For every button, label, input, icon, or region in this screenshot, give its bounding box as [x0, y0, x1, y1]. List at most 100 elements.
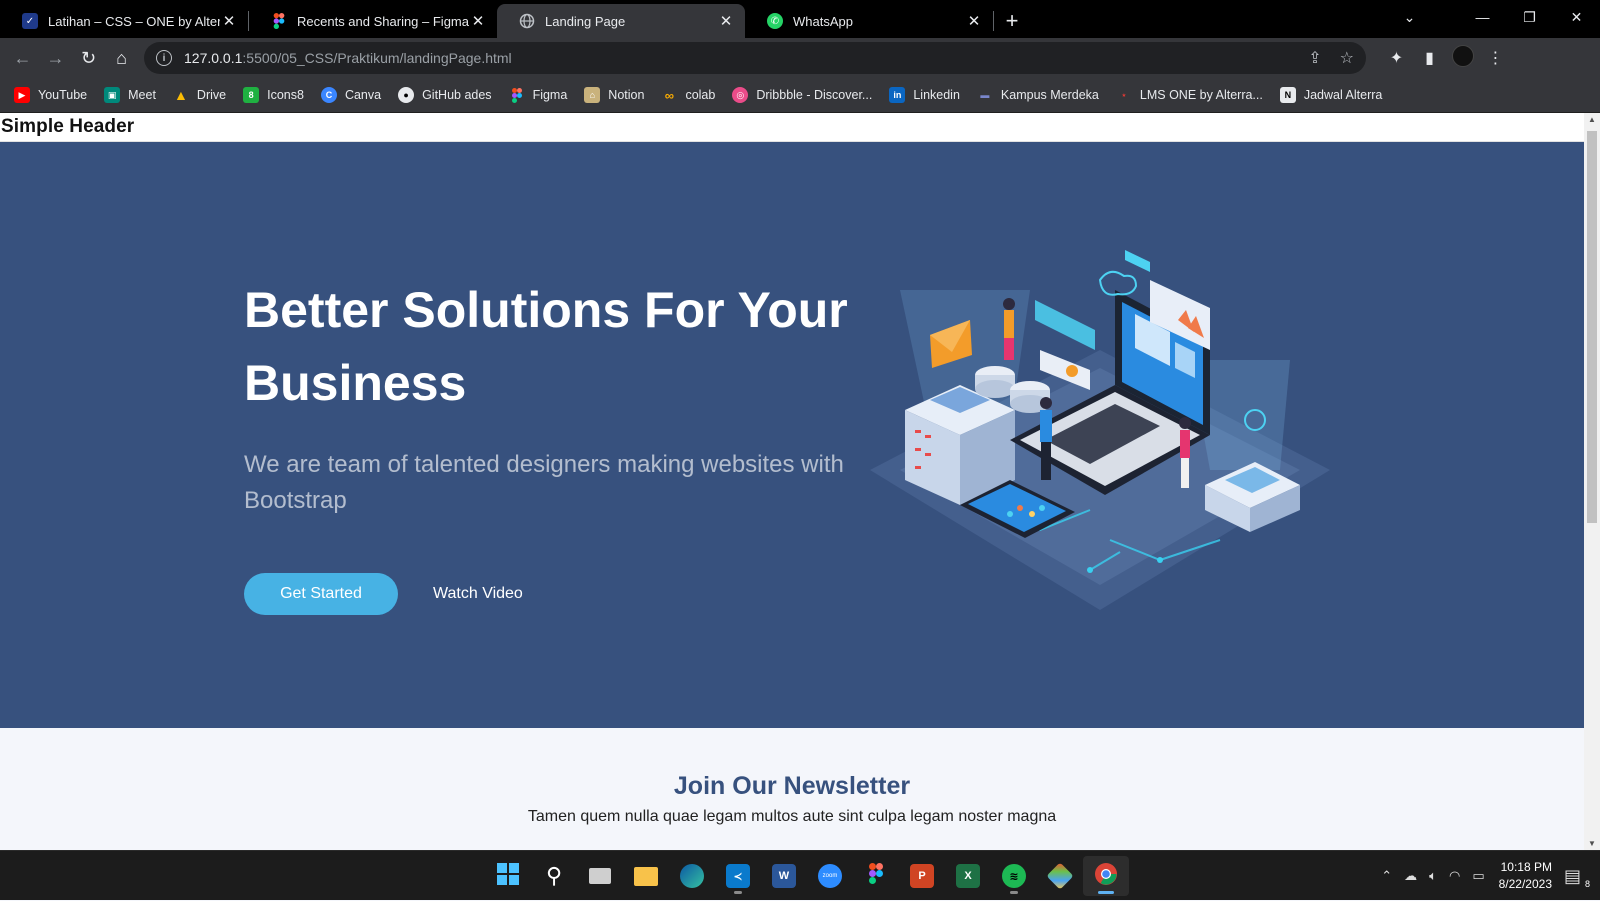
tab-latihan-css[interactable]: ✓ Latihan – CSS – ONE by Alterra Academy…: [0, 4, 248, 38]
forward-arrow-icon[interactable]: →: [39, 48, 72, 69]
figma-button[interactable]: [853, 856, 899, 896]
icons8-icon: 8: [243, 87, 260, 103]
address-bar[interactable]: i 127.0.0.1:5500/05_CSS/Praktikum/landin…: [144, 42, 1366, 74]
get-started-button[interactable]: Get Started: [244, 573, 398, 615]
newsletter-title: Join Our Newsletter: [673, 772, 911, 800]
figma-icon: [869, 863, 883, 889]
url-path: :5500/05_CSS/Praktikum/landingPage.html: [242, 50, 512, 66]
clock-date: 8/22/2023: [1498, 877, 1552, 891]
site-info-icon[interactable]: i: [156, 50, 172, 66]
site-header: Simple Header: [0, 113, 1584, 142]
watch-video-link[interactable]: Watch Video: [433, 573, 523, 615]
bookmark-kampus-merdeka[interactable]: ▬ Kampus Merdeka: [977, 87, 1098, 103]
bookmark-label: Dribbble - Discover...: [756, 88, 873, 102]
tab-figma[interactable]: Recents and Sharing – Figma ✕: [249, 4, 497, 38]
newsletter-text: Tamen quem nulla quae legam multos aute …: [527, 808, 1057, 825]
close-icon[interactable]: ✕: [965, 12, 983, 30]
taskbar-search-button[interactable]: ⚲: [531, 856, 577, 896]
profile-avatar[interactable]: [1446, 44, 1479, 72]
bookmark-figma[interactable]: Figma: [509, 87, 567, 103]
newsletter-section: Join Our Newsletter Tamen quem nulla qua…: [0, 728, 1584, 826]
spotify-button[interactable]: ≋: [991, 856, 1037, 896]
bookmark-notion[interactable]: ⌂ Notion: [584, 87, 644, 103]
scroll-up-arrow-icon[interactable]: ▲: [1588, 115, 1596, 124]
new-tab-button[interactable]: +: [994, 4, 1030, 38]
tab-search-icon[interactable]: ⌄: [1386, 9, 1433, 26]
bookmark-dribbble[interactable]: ◎ Dribbble - Discover...: [732, 87, 872, 103]
bookmark-colab[interactable]: ∞ colab: [661, 87, 716, 103]
side-panel-icon[interactable]: ▮: [1413, 48, 1446, 68]
address-url[interactable]: 127.0.0.1:5500/05_CSS/Praktikum/landingP…: [184, 50, 1290, 66]
hero-title: Better Solutions For Your Business: [244, 282, 848, 411]
bookmark-drive[interactable]: ▲ Drive: [173, 87, 226, 103]
wifi-icon[interactable]: ◠: [1449, 868, 1460, 884]
close-icon[interactable]: ✕: [469, 12, 487, 30]
close-window-icon[interactable]: ✕: [1553, 9, 1600, 26]
word-button[interactable]: W: [761, 856, 807, 896]
bookmark-icons8[interactable]: 8 Icons8: [243, 87, 304, 103]
bookmark-star-icon[interactable]: ☆: [1340, 48, 1354, 68]
bookmark-label: Jadwal Alterra: [1303, 88, 1383, 102]
task-view-button[interactable]: [577, 856, 623, 896]
bookmark-jadwal-alterra[interactable]: N Jadwal Alterra: [1279, 87, 1383, 103]
restore-icon[interactable]: ❐: [1506, 9, 1553, 26]
figma-icon: [509, 87, 525, 103]
start-button[interactable]: [485, 856, 531, 896]
whatsapp-icon: ✆: [767, 13, 783, 29]
spotify-icon: ≋: [1002, 864, 1026, 888]
running-indicator: [734, 891, 742, 894]
close-icon[interactable]: ✕: [220, 12, 238, 30]
minimize-icon[interactable]: —: [1459, 9, 1506, 25]
colab-icon: ∞: [664, 87, 675, 103]
bookmark-label: Meet: [128, 88, 156, 102]
bookmark-lms-one[interactable]: ⋆ LMS ONE by Alterra...: [1116, 87, 1263, 103]
vscode-button[interactable]: ≺: [715, 856, 761, 896]
speaker-icon[interactable]: 🔈︎: [1429, 868, 1437, 884]
scrollbar-thumb[interactable]: [1587, 131, 1597, 523]
notification-count-badge: 8: [1584, 879, 1590, 889]
bookmark-github[interactable]: ● GitHub ades: [398, 87, 492, 103]
edge-icon: [680, 864, 704, 888]
bookmark-label: Notion: [608, 88, 645, 102]
zoom-button[interactable]: zoom: [807, 856, 853, 896]
git-button[interactable]: [1037, 856, 1083, 896]
bookmark-label: colab: [685, 88, 716, 102]
chrome-button[interactable]: [1083, 856, 1129, 896]
git-diamond-icon: [1046, 862, 1074, 890]
scroll-down-arrow-icon[interactable]: ▼: [1588, 839, 1596, 848]
extensions-puzzle-icon[interactable]: ✦: [1380, 48, 1413, 68]
home-icon[interactable]: ⌂: [105, 48, 138, 69]
close-icon[interactable]: ✕: [717, 12, 735, 30]
file-explorer-button[interactable]: [623, 856, 669, 896]
taskbar-clock[interactable]: 10:18 PM 8/22/2023: [1499, 859, 1552, 893]
battery-icon[interactable]: ▭: [1472, 868, 1484, 884]
canva-icon: C: [320, 87, 337, 103]
menu-kebab-icon[interactable]: ⋮: [1479, 48, 1512, 68]
tab-landing-page[interactable]: Landing Page ✕: [497, 4, 745, 38]
excel-icon: X: [956, 864, 980, 888]
chevron-up-icon[interactable]: ⌃: [1381, 868, 1392, 884]
tab-whatsapp[interactable]: ✆ WhatsApp ✕: [745, 4, 993, 38]
reload-icon[interactable]: ↻: [72, 48, 105, 69]
notification-icon: ▤: [1564, 866, 1582, 886]
edge-button[interactable]: [669, 856, 715, 896]
chrome-icon: [1094, 862, 1118, 891]
onedrive-cloud-icon[interactable]: ☁: [1404, 868, 1417, 884]
running-indicator: [1010, 891, 1018, 894]
bookmark-label: LMS ONE by Alterra...: [1139, 88, 1263, 102]
excel-button[interactable]: X: [945, 856, 991, 896]
bookmark-youtube[interactable]: ▶ YouTube: [14, 87, 87, 103]
drive-icon: ▲: [173, 87, 188, 103]
windows-taskbar: ⚲ ≺ W zoom P X ≋ ⌃ ☁ 🔈︎ ◠ ▭ 10:18 PM 8/2…: [0, 850, 1600, 900]
bookmark-linkedin[interactable]: in Linkedin: [889, 87, 960, 103]
dribbble-icon: ◎: [732, 87, 749, 103]
page-scrollbar[interactable]: ▲ ▼: [1584, 113, 1600, 850]
hero-subtitle: We are team of talented designers making…: [244, 451, 844, 514]
share-icon[interactable]: ⇪: [1308, 48, 1321, 68]
powerpoint-button[interactable]: P: [899, 856, 945, 896]
bookmark-canva[interactable]: C Canva: [320, 87, 381, 103]
clock-time: 10:18 PM: [1500, 860, 1552, 874]
bookmark-meet[interactable]: ▣ Meet: [104, 87, 156, 103]
notification-center-button[interactable]: ▤ 8: [1564, 866, 1590, 889]
back-arrow-icon[interactable]: ←: [6, 48, 39, 69]
